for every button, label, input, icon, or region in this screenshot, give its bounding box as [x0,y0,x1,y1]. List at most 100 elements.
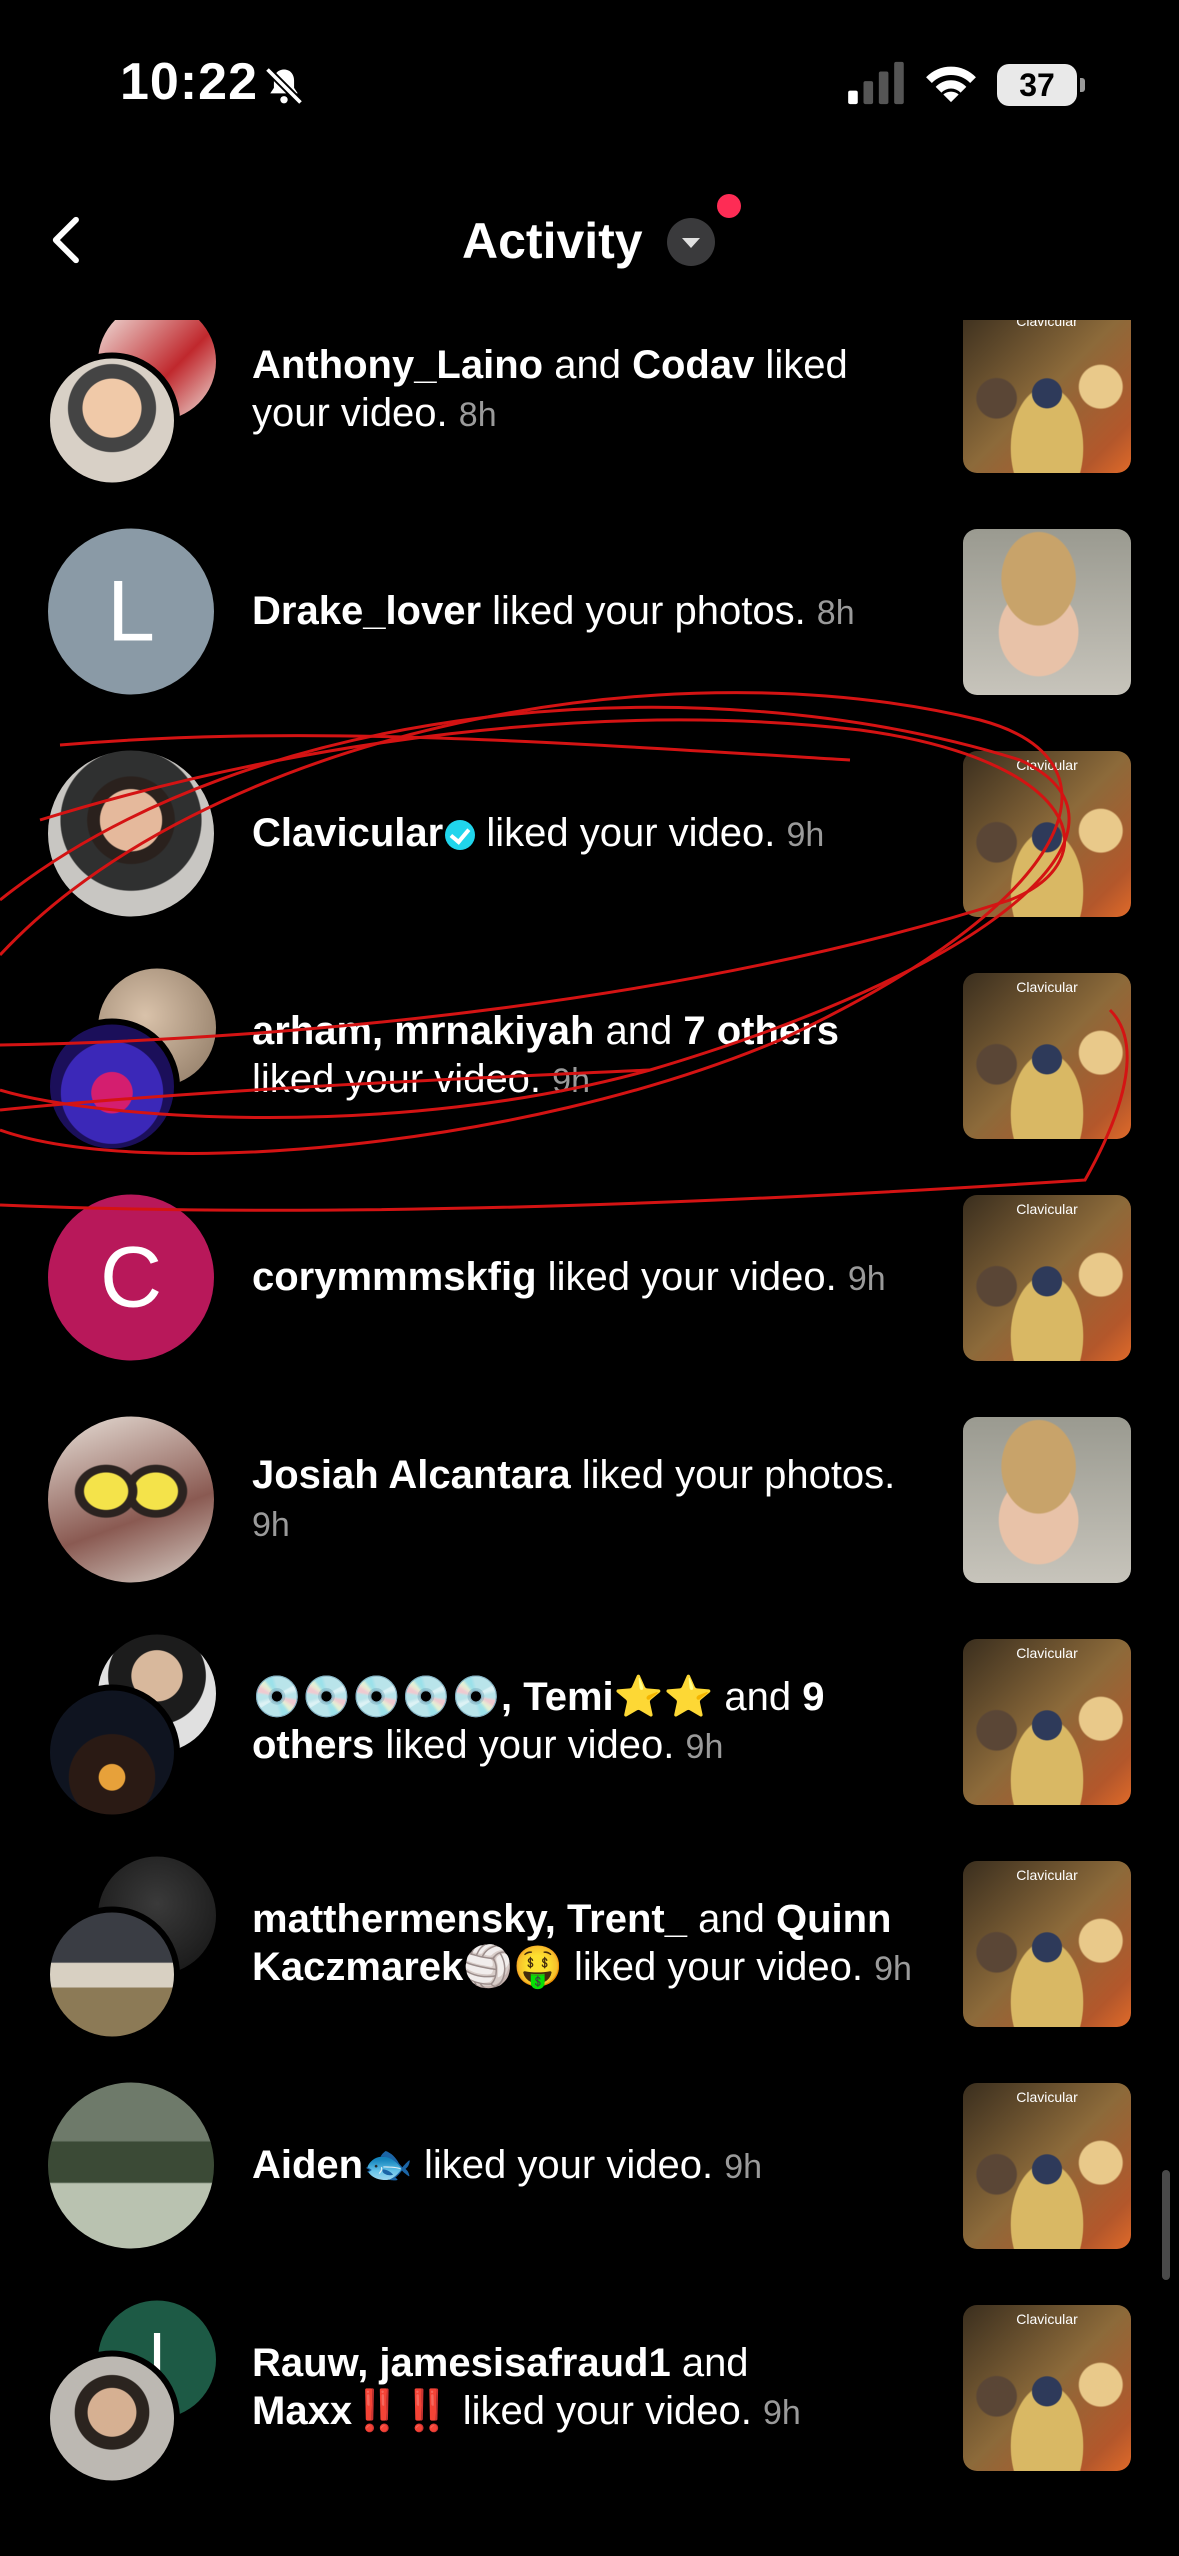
avatar[interactable] [44,1684,180,1821]
cellular-signal-icon [848,61,904,105]
activity-text: Drake_lover liked your photos. 8h [252,587,932,637]
username[interactable]: Rauw, jamesisafraud1 [252,2341,671,2385]
video-thumbnail[interactable]: Clavicular [963,320,1131,473]
back-chevron-icon[interactable] [40,210,94,270]
activity-description: 🤑 liked your video. [513,1945,875,1989]
activity-list[interactable]: Anthony_Laino and Codav liked your video… [0,320,1179,2556]
username[interactable]: Clavicular [252,811,443,855]
thumbnail-caption: Clavicular [1016,1201,1078,1217]
username[interactable]: Anthony_Laino [252,343,543,387]
activity-description: liked your video. [374,1723,686,1767]
avatar[interactable] [48,2082,214,2249]
username[interactable]: 💿💿💿💿💿, Temi⭐⭐ [252,1675,713,1719]
avatar[interactable] [48,1416,214,1583]
activity-row[interactable]: l Rauw, jamesisafraud1 and Maxx‼️‼️ liked… [0,2274,1179,2502]
status-time: 10:22 [120,53,258,111]
activity-description: liked your video. [451,2389,763,2433]
activity-text: matthermensky, Trent_ and Quinn Kaczmare… [252,1895,932,1993]
avatar[interactable] [44,2350,180,2487]
activity-row[interactable]: arham, mrnakiyah and 7 others liked your… [0,942,1179,1170]
video-thumbnail[interactable]: Clavicular [963,973,1131,1139]
avatar[interactable] [44,1018,180,1155]
avatar-group[interactable] [44,320,219,489]
activity-header: Activity [0,170,1179,320]
activity-description: and [686,1897,776,1941]
activity-description: liked your video. [475,811,787,855]
avatar[interactable]: L [48,528,214,695]
activity-filter-dropdown-icon[interactable] [667,218,715,266]
avatar-group[interactable]: C [44,1191,219,1366]
thumbnail-caption: Clavicular [1016,320,1078,329]
wifi-icon [926,66,976,103]
avatar[interactable]: C [48,1194,214,1361]
avatar[interactable] [44,1906,180,2043]
avatar-group[interactable] [44,968,219,1155]
video-thumbnail[interactable]: Clavicular [963,751,1131,917]
photo-thumbnail[interactable] [963,529,1131,695]
scrollbar[interactable] [1162,2170,1170,2280]
username[interactable]: 7 others [683,1009,839,1053]
video-thumbnail[interactable]: Clavicular [963,1861,1131,2027]
activity-description: liked your photos. [570,1453,896,1497]
avatar-group[interactable] [44,1634,219,1821]
username[interactable]: Drake_lover [252,589,481,633]
activity-text: Anthony_Laino and Codav liked your video… [252,341,932,439]
activity-row[interactable]: Clavicular liked your video. 9h Clavicula… [0,720,1179,948]
avatar-group[interactable] [44,1856,219,2043]
video-thumbnail[interactable]: Clavicular [963,2083,1131,2249]
activity-text: arham, mrnakiyah and 7 others liked your… [252,1007,932,1105]
activity-text: Aiden🐟 liked your video. 9h [252,2141,932,2191]
thumbnail-caption: Clavicular [1016,1867,1078,1883]
activity-row[interactable]: L Drake_lover liked your photos. 8h [0,498,1179,726]
username[interactable]: arham, mrnakiyah [252,1009,594,1053]
timestamp: 9h [874,1950,912,1988]
avatar[interactable] [48,750,214,917]
activity-row[interactable]: 💿💿💿💿💿, Temi⭐⭐ and 9 others liked your vi… [0,1608,1179,1836]
activity-text: Clavicular liked your video. 9h [252,809,932,859]
activity-description: and [543,343,633,387]
avatar-group[interactable] [44,747,219,922]
timestamp: 9h [252,1506,290,1544]
activity-description: and [713,1675,803,1719]
activity-description: liked your video. [536,1255,848,1299]
timestamp: 9h [724,2148,763,2186]
status-bar: 10:22 37 [0,0,1179,170]
activity-row[interactable]: matthermensky, Trent_ and Quinn Kaczmare… [0,1830,1179,2058]
battery-indicator: 37 [997,64,1085,106]
thumbnail-caption: Clavicular [1016,979,1078,995]
timestamp: 8h [816,594,855,632]
avatar[interactable] [44,352,180,489]
avatar-group[interactable] [44,2079,219,2254]
activity-description: liked your video. [412,2143,725,2187]
video-thumbnail[interactable]: Clavicular [963,1639,1131,1805]
avatar-group[interactable] [44,1413,219,1588]
activity-description: and [594,1009,684,1053]
activity-description: and [670,2341,749,2385]
timestamp: 9h [685,1728,724,1766]
activity-row[interactable]: Aiden🐟 liked your video. 9h Clavicular [0,2052,1179,2280]
page-title[interactable]: Activity [462,212,643,270]
thumbnail-caption: Clavicular [1016,757,1078,773]
activity-row[interactable]: Josiah Alcantara liked your photos. 9h [0,1386,1179,1614]
activity-description: liked your video. [252,1057,553,1101]
photo-thumbnail[interactable] [963,1417,1131,1583]
video-thumbnail[interactable]: Clavicular [963,1195,1131,1361]
avatar-group[interactable]: l [44,2300,219,2487]
verified-badge-icon [445,820,476,851]
timestamp: 8h [458,396,497,434]
username[interactable]: Codav [632,343,754,387]
username[interactable]: matthermensky, Trent_ [252,1897,687,1941]
username[interactable]: Maxx‼️‼️ [252,2389,452,2433]
activity-description: liked your photos. [481,589,817,633]
activity-row[interactable]: Ccorymmmskfig liked your video. 9h Clavic… [0,1164,1179,1392]
activity-text: Rauw, jamesisafraud1 and Maxx‼️‼️ liked … [252,2339,932,2437]
username[interactable]: corymmmskfig [252,1255,537,1299]
username[interactable]: Josiah Alcantara [252,1453,571,1497]
activity-text: 💿💿💿💿💿, Temi⭐⭐ and 9 others liked your vi… [252,1673,932,1771]
username[interactable]: Aiden🐟 [252,2143,413,2187]
avatar-group[interactable]: L [44,525,219,700]
muted-bell-icon [264,66,304,106]
activity-row[interactable]: Anthony_Laino and Codav liked your video… [0,320,1179,504]
timestamp: 9h [762,2394,801,2432]
video-thumbnail[interactable]: Clavicular [963,2305,1131,2471]
